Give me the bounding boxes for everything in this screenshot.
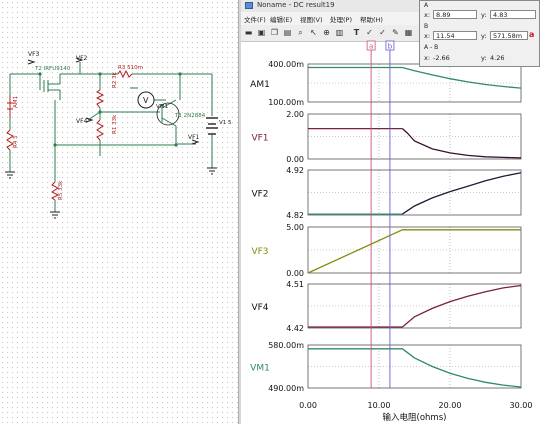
ytick-top-vf2: 4.92 [286,166,304,175]
cursor-b-x-field[interactable]: 11.54 [433,31,477,40]
ytick-bottom-am1: 100.00m [268,98,304,107]
cursor-a-x-field[interactable]: 8.89 [433,10,477,19]
cursor-diff-y-label: y: [481,54,487,62]
ytick-top-vf4: 4.51 [286,280,304,289]
cursor-a-y-label: y: [481,11,487,19]
cursor-b-y-label: y: [481,32,487,40]
series-name-am1: AM1 [250,80,270,90]
series-line-vf4 [308,284,522,328]
ytick-top-vm1: 580.00m [268,341,304,350]
cursor-diff-header: A - B [424,44,439,51]
xtick-label: 20.00 [439,401,462,410]
cursor-diff-y-value: 4.26 [490,54,505,62]
cursor-b-marker-icon[interactable]: a [529,30,534,39]
cursor-b-x-label: x: [424,32,431,40]
series-name-vf2: VF2 [251,190,268,200]
cursor-label-b: b [388,43,393,51]
xtick-label: 10.00 [368,401,391,410]
plot-frame-am1 [307,63,522,103]
plot-frame-vf1 [307,113,522,160]
plot-frame-vf2 [307,169,522,216]
ytick-bottom-vm1: 490.00m [268,384,304,393]
series-line-vf1 [401,128,522,159]
cursor-a-header: A [424,2,429,9]
ytick-top-am1: 400.00m [268,60,304,69]
cursor-b-y-field[interactable]: 571.58m [490,31,528,40]
ytick-bottom-vf1: 0.00 [286,155,304,164]
xtick-label: 0.00 [299,401,317,410]
cursor-diff-x-value: -2.66 [433,54,450,62]
series-name-vf3: VF3 [251,247,268,257]
xtick-label: 30.00 [510,401,533,410]
cursor-readout-panel: A x: 8.89 y: 4.83 B x: 11.54 y: 571.58m … [419,0,540,67]
series-line-vm1 [308,348,522,388]
plot-frame-vf3 [307,226,522,274]
ytick-bottom-vf4: 4.42 [286,324,304,333]
cursor-diff-x-label: x: [424,54,431,62]
x-axis-label: 输入电阻(ohms) [383,412,447,423]
series-name-vf1: VF1 [251,134,268,144]
series-line-vf3 [307,229,521,274]
plot-frame-vm1 [307,344,522,389]
cursor-a-x-label: x: [424,11,431,19]
ytick-bottom-vf2: 4.82 [286,211,304,220]
ytick-top-vf3: 5.00 [286,223,304,232]
ytick-bottom-vf3: 0.00 [286,269,304,278]
series-line-vf2 [402,172,522,215]
series-name-vf4: VF4 [251,303,268,313]
cursor-label-a: a [369,43,373,51]
cursor-b-header: B [424,23,429,30]
ytick-top-vf1: 2.00 [286,110,304,119]
series-line-am1 [308,66,522,89]
series-name-vm1: VM1 [250,364,270,374]
cursor-a-y-field[interactable]: 4.83 [490,10,536,19]
